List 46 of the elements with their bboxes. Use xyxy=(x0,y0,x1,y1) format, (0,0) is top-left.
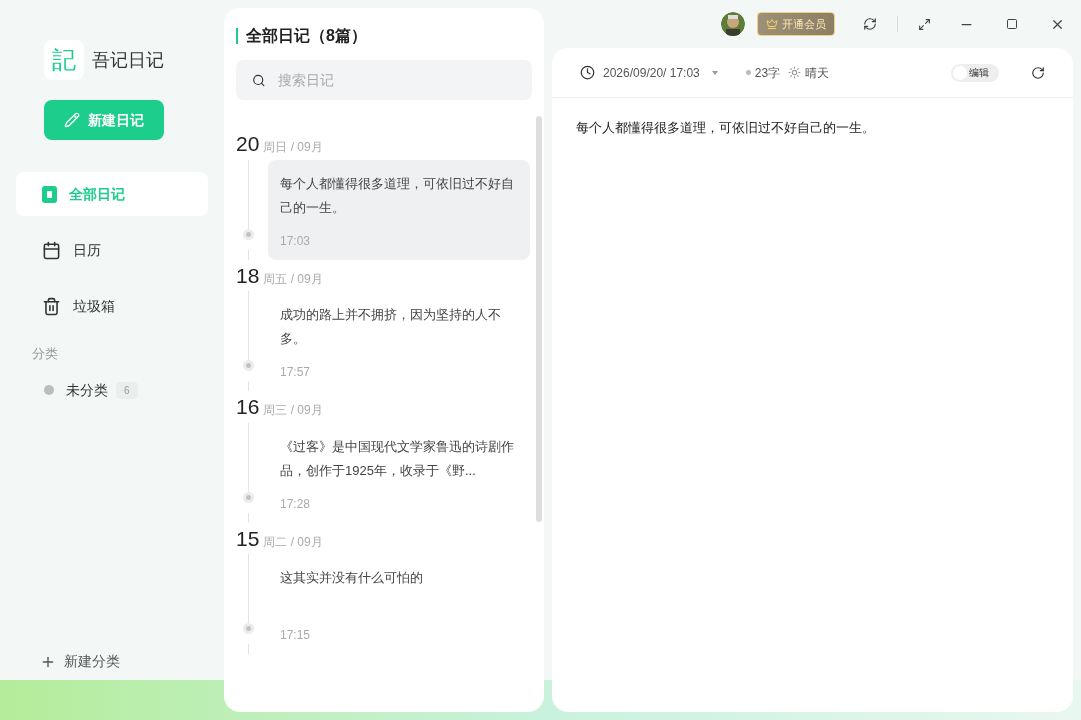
entry-time: 17:57 xyxy=(280,364,312,381)
entry-date-meta: 周五 / 09月 xyxy=(263,270,323,288)
category-item[interactable]: 未分类 6 xyxy=(44,379,208,401)
new-category-button[interactable]: 新建分类 xyxy=(40,651,208,672)
entry-card[interactable]: 每个人都懂得很多道理，可依旧过不好自己的一生。 17:03 xyxy=(268,159,530,260)
crown-icon xyxy=(766,18,778,30)
nav-item[interactable]: 日历 xyxy=(16,228,208,272)
edit-toggle[interactable]: 编辑 xyxy=(951,63,999,82)
diary-content[interactable]: 每个人都懂得很多道理，可依旧过不好自己的一生。 xyxy=(552,98,1073,138)
app-name: 吾记日记 xyxy=(92,48,164,72)
maximize-icon[interactable] xyxy=(1006,18,1018,30)
entry-datetime[interactable]: 2026/09/20/ 17:03 xyxy=(603,63,700,82)
section-title: 分类 xyxy=(32,345,59,363)
sun-icon xyxy=(788,66,802,79)
calendar-icon xyxy=(42,240,61,260)
entry-day: 18 xyxy=(236,259,260,291)
caret-icon[interactable] xyxy=(711,70,718,75)
entry-day: 16 xyxy=(236,391,260,423)
entry-time: 17:15 xyxy=(280,627,312,644)
entry-text: 这其实并没有什么可怕的 xyxy=(280,569,424,587)
word-count: 23字 xyxy=(754,64,781,82)
entry-text: 成功的路上并不拥挤，因为坚持的人不多。 xyxy=(280,306,502,348)
entry-time: 17:28 xyxy=(280,495,312,513)
entry-text: 每个人都懂得很多道理，可依旧过不好自己的一生。 xyxy=(280,174,515,217)
scrollbar[interactable] xyxy=(536,116,542,522)
entry-day: 15 xyxy=(236,522,260,554)
count-badge: 6 xyxy=(116,381,138,399)
list-title: 全部日记（8篇） xyxy=(246,26,367,46)
entry-date-meta: 周三 / 09月 xyxy=(263,402,323,419)
refresh-icon[interactable] xyxy=(863,17,877,31)
search-field[interactable]: 搜索日记 xyxy=(236,60,532,100)
fullscreen-icon[interactable] xyxy=(918,17,931,31)
search-input[interactable]: 搜索日记 xyxy=(277,69,516,91)
entry-date-meta: 周二 / 09月 xyxy=(263,533,323,551)
app-logo: 記 xyxy=(44,40,84,80)
entry-day: 20 xyxy=(236,128,260,160)
entry-text: 《过客》是中国现代文学家鲁迅的诗剧作品，创作于1925年，收录于《野... xyxy=(280,437,515,480)
clock-icon xyxy=(580,65,595,80)
trash-icon xyxy=(42,296,61,316)
weather-label: 晴天 xyxy=(805,64,830,82)
entry-time: 17:03 xyxy=(280,232,312,250)
book-icon xyxy=(42,185,57,203)
pencil-icon xyxy=(64,112,80,128)
nav-item[interactable]: 垃圾箱 xyxy=(16,284,208,328)
entry-date-meta: 周日 / 09月 xyxy=(263,139,323,156)
search-icon xyxy=(252,72,266,88)
